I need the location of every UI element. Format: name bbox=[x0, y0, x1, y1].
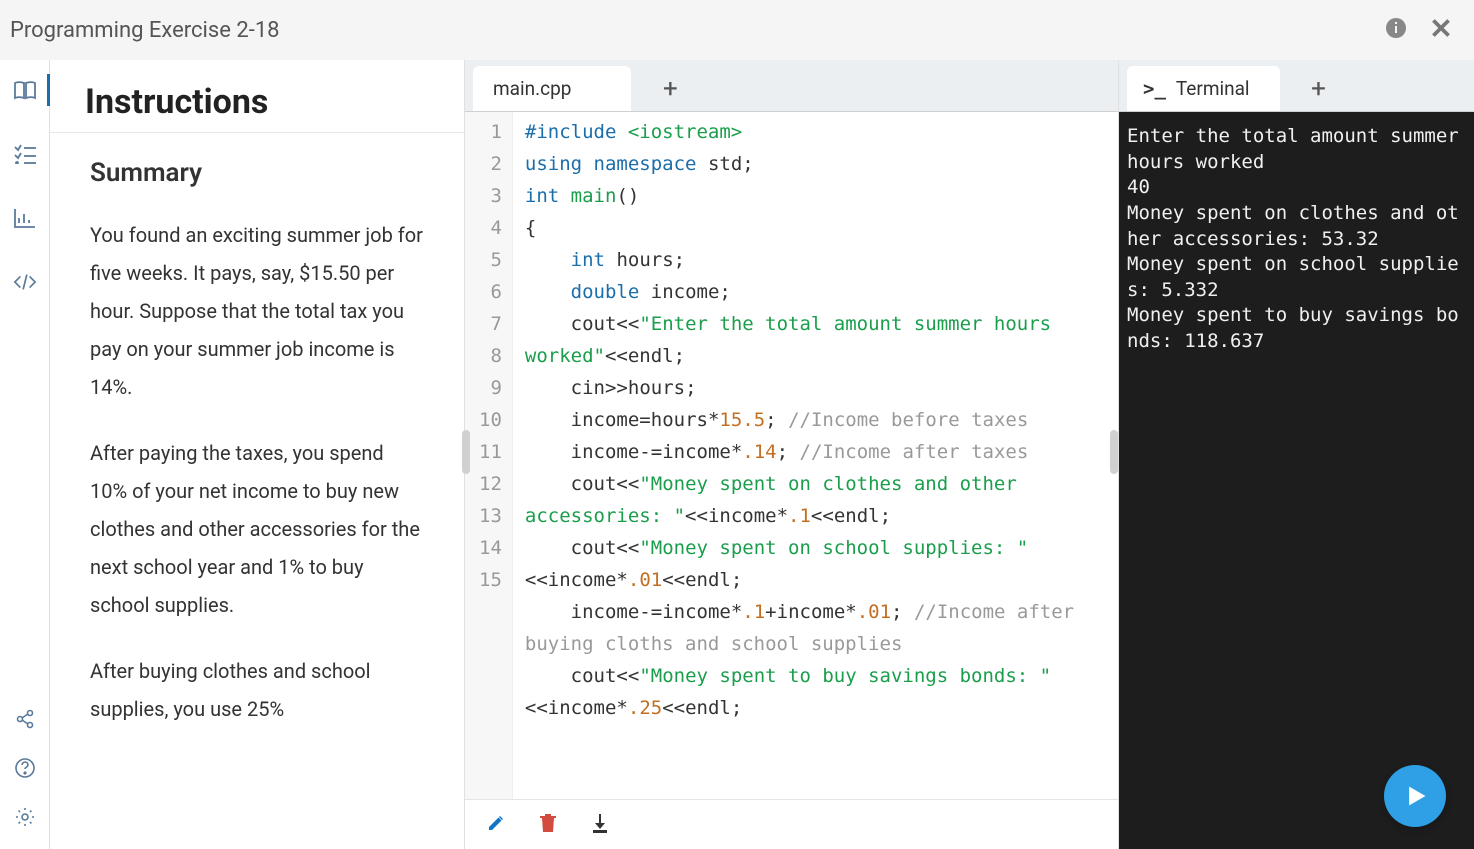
share-icon[interactable] bbox=[13, 707, 37, 731]
code-icon[interactable] bbox=[13, 270, 37, 294]
code-editor[interactable]: 123456789101112131415 #include <iostream… bbox=[465, 112, 1118, 799]
checklist-icon[interactable] bbox=[13, 142, 37, 166]
title-bar: Programming Exercise 2-18 bbox=[0, 0, 1474, 60]
terminal-tab-bar: >_ Terminal + bbox=[1119, 60, 1474, 112]
book-icon[interactable] bbox=[13, 78, 37, 102]
download-icon[interactable] bbox=[591, 813, 609, 837]
main-layout: Instructions Summary You found an exciti… bbox=[0, 60, 1474, 849]
code-content[interactable]: #include <iostream>using namespace std;i… bbox=[513, 112, 1118, 799]
instructions-panel: Instructions Summary You found an exciti… bbox=[50, 60, 465, 849]
add-terminal-icon[interactable]: + bbox=[1294, 66, 1344, 111]
gear-icon[interactable] bbox=[13, 805, 37, 829]
terminal-output[interactable]: Enter the total amount summer hours work… bbox=[1119, 112, 1474, 849]
editor-panel: main.cpp + 123456789101112131415 #includ… bbox=[465, 60, 1119, 849]
run-button[interactable] bbox=[1384, 765, 1446, 827]
terminal-tab-label: Terminal bbox=[1176, 77, 1250, 100]
terminal-tab[interactable]: >_ Terminal bbox=[1127, 66, 1280, 111]
summary-heading: Summary bbox=[90, 158, 424, 188]
edit-icon[interactable] bbox=[487, 814, 505, 836]
info-icon[interactable] bbox=[1384, 16, 1408, 44]
chart-icon[interactable] bbox=[13, 206, 37, 230]
terminal-panel: >_ Terminal + Enter the total amount sum… bbox=[1119, 60, 1474, 849]
editor-toolbar bbox=[465, 799, 1118, 849]
instructions-body: Summary You found an exciting summer job… bbox=[50, 133, 464, 849]
splitter-left[interactable] bbox=[462, 430, 470, 474]
splitter-right[interactable] bbox=[1110, 430, 1118, 474]
instructions-para-3: After buying clothes and school supplies… bbox=[90, 652, 424, 728]
editor-tab-bar: main.cpp + bbox=[465, 60, 1118, 112]
add-tab-icon[interactable]: + bbox=[645, 66, 695, 111]
instructions-heading: Instructions bbox=[50, 60, 464, 133]
instructions-para-1: You found an exciting summer job for fiv… bbox=[90, 216, 424, 406]
page-title: Programming Exercise 2-18 bbox=[10, 18, 280, 43]
terminal-prompt-icon: >_ bbox=[1143, 78, 1166, 100]
line-gutter: 123456789101112131415 bbox=[465, 112, 513, 799]
help-icon[interactable] bbox=[13, 756, 37, 780]
instructions-para-2: After paying the taxes, you spend 10% of… bbox=[90, 434, 424, 624]
editor-tab-main[interactable]: main.cpp bbox=[473, 66, 631, 111]
title-bar-actions bbox=[1384, 15, 1454, 45]
close-icon[interactable] bbox=[1428, 15, 1454, 45]
trash-icon[interactable] bbox=[540, 813, 556, 837]
left-sidebar bbox=[0, 60, 50, 849]
